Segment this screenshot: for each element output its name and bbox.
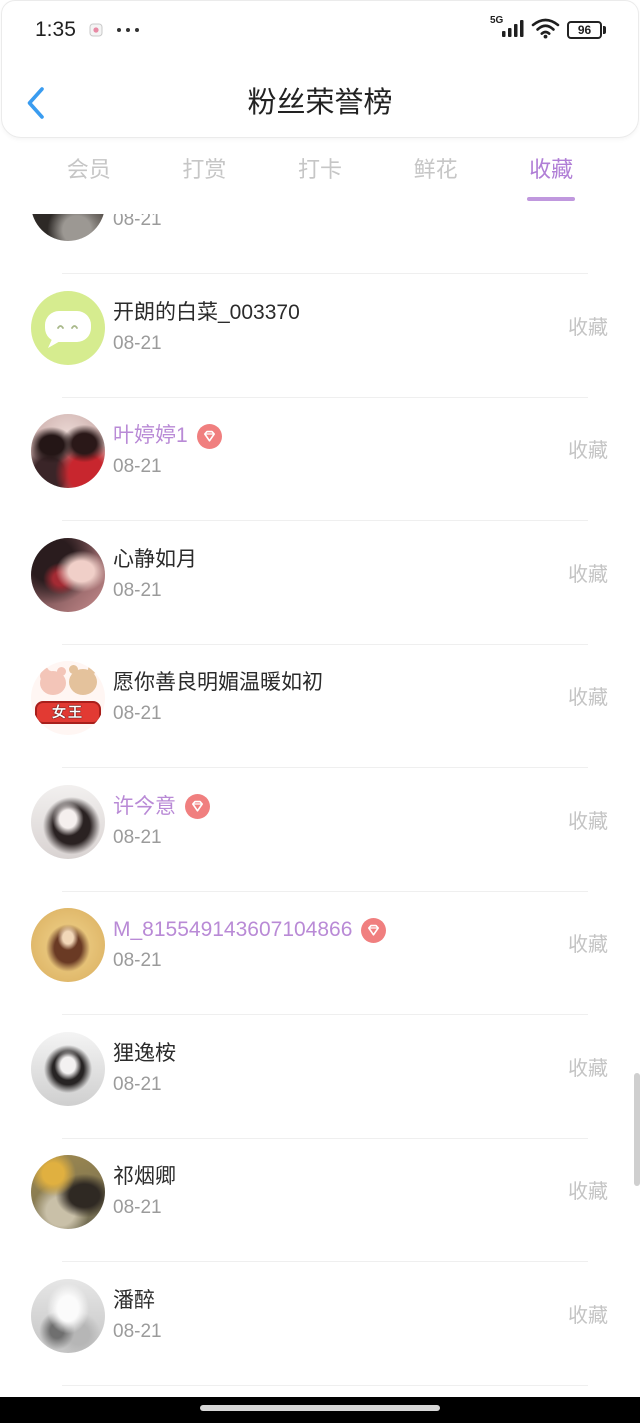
fan-date: 08-21 <box>113 1320 162 1342</box>
fan-name[interactable]: 开朗的白菜_003370 <box>113 300 300 326</box>
tab-favorites[interactable]: 收藏 <box>493 140 609 214</box>
list-item[interactable]: 潘醉 08-21 收藏 <box>0 1262 640 1386</box>
avatar[interactable] <box>31 1155 105 1229</box>
fan-date: 08-21 <box>113 826 162 848</box>
avatar-banner-text: 女王 <box>35 701 101 724</box>
diamond-icon <box>196 423 222 449</box>
tab-rewards[interactable]: 打赏 <box>147 140 263 214</box>
avatar[interactable] <box>31 214 105 241</box>
fan-list-viewport[interactable]: 08-21 开朗的白菜_003370 08-21 收藏 叶婷婷1 08-21 收藏 心静如月 0… <box>0 214 640 1397</box>
bear-icon <box>40 667 66 695</box>
fan-list: 08-21 开朗的白菜_003370 08-21 收藏 叶婷婷1 08-21 收藏 心静如月 0… <box>0 214 640 1386</box>
scrollbar[interactable] <box>634 1073 640 1186</box>
tab-active-indicator <box>527 197 576 201</box>
system-navigation-bar <box>0 1397 640 1423</box>
name-line: 叶婷婷1 <box>113 423 222 449</box>
action-type-label: 收藏 <box>568 1304 608 1327</box>
header: 1:35 5G 96 粉丝荣誉榜 <box>1 0 639 138</box>
list-item[interactable]: 许今意 08-21 收藏 <box>0 768 640 892</box>
fan-date: 08-21 <box>113 703 162 724</box>
wifi-icon <box>531 17 560 39</box>
tab-check-in[interactable]: 打卡 <box>262 140 378 214</box>
avatar[interactable]: 女王 <box>31 661 105 735</box>
action-type-label: 收藏 <box>568 934 608 956</box>
more-dots-icon <box>117 28 139 32</box>
tab-label: 会员 <box>66 157 111 182</box>
list-item[interactable]: 08-21 <box>0 214 640 274</box>
avatar[interactable] <box>31 784 105 859</box>
name-line: 祁烟卿 <box>113 1164 176 1190</box>
avatar[interactable] <box>31 1278 105 1353</box>
fan-name[interactable]: 许今意 <box>113 794 176 820</box>
action-type-label: 收藏 <box>568 316 608 339</box>
fan-name[interactable]: 心静如月 <box>113 547 197 573</box>
action-type-label: 收藏 <box>568 810 608 833</box>
avatar[interactable] <box>31 537 105 612</box>
avatar[interactable] <box>31 1031 105 1106</box>
list-item[interactable]: 狸逸桉 08-21 收藏 <box>0 1015 640 1139</box>
fan-date: 08-21 <box>113 1197 162 1218</box>
fan-date: 08-21 <box>113 456 162 477</box>
battery-icon: 96 <box>567 21 602 39</box>
tab-label: 打卡 <box>297 157 342 182</box>
tab-label: 收藏 <box>529 157 574 182</box>
name-line: 潘醉 <box>113 1288 155 1314</box>
signal-icon <box>501 19 524 38</box>
bear-icon <box>69 665 97 695</box>
diamond-icon <box>361 917 387 943</box>
avatar[interactable] <box>31 908 105 982</box>
home-indicator[interactable] <box>200 1405 440 1411</box>
name-line: 许今意 <box>113 794 210 820</box>
fan-name[interactable]: M_815549143607104866 <box>113 917 352 943</box>
tab-bar: 会员 打赏 打卡 鲜花 收藏 <box>0 140 640 214</box>
fan-date: 08-21 <box>113 579 162 601</box>
tab-label: 打赏 <box>182 157 227 182</box>
fan-name[interactable]: 狸逸桉 <box>113 1041 176 1067</box>
action-type-label: 收藏 <box>568 440 608 462</box>
action-type-label: 收藏 <box>568 1057 608 1080</box>
avatar[interactable] <box>31 414 105 488</box>
name-line: 狸逸桉 <box>113 1041 176 1067</box>
chat-bubble-icon <box>31 291 105 365</box>
list-item[interactable]: 叶婷婷1 08-21 收藏 <box>0 398 640 522</box>
fan-date: 08-21 <box>113 214 162 230</box>
page-title: 粉丝荣誉榜 <box>247 87 393 119</box>
action-type-label: 收藏 <box>568 1181 608 1203</box>
fan-name[interactable]: 潘醉 <box>113 1288 155 1314</box>
list-item[interactable]: 女王 愿你善良明媚温暖如初 08-21 收藏 <box>0 645 640 769</box>
battery-nub <box>603 26 606 34</box>
notification-app-icon <box>89 23 103 37</box>
tab-label: 鲜花 <box>413 157 458 182</box>
list-item[interactable]: M_815549143607104866 08-21 收藏 <box>0 892 640 1016</box>
tab-membership[interactable]: 会员 <box>31 140 147 214</box>
name-line: M_815549143607104866 <box>113 917 387 943</box>
fan-date: 08-21 <box>113 950 162 971</box>
fan-name[interactable]: 叶婷婷1 <box>113 423 188 449</box>
list-item[interactable]: 开朗的白菜_003370 08-21 收藏 <box>0 274 640 398</box>
fan-date: 08-21 <box>113 332 162 354</box>
fan-date: 08-21 <box>113 1073 162 1095</box>
name-line: 愿你善良明媚温暖如初 <box>113 670 323 696</box>
name-line: 开朗的白菜_003370 <box>113 300 300 326</box>
action-type-label: 收藏 <box>568 563 608 586</box>
tab-flowers[interactable]: 鲜花 <box>378 140 494 214</box>
avatar[interactable] <box>31 290 105 365</box>
fan-name[interactable]: 祁烟卿 <box>113 1164 176 1190</box>
action-type-label: 收藏 <box>568 687 608 709</box>
status-time: 1:35 <box>35 18 76 41</box>
list-item[interactable]: 祁烟卿 08-21 收藏 <box>0 1139 640 1263</box>
name-line: 心静如月 <box>113 547 197 573</box>
diamond-icon <box>185 794 210 819</box>
fan-name[interactable]: 愿你善良明媚温暖如初 <box>113 670 323 696</box>
list-item[interactable]: 心静如月 08-21 收藏 <box>0 521 640 645</box>
